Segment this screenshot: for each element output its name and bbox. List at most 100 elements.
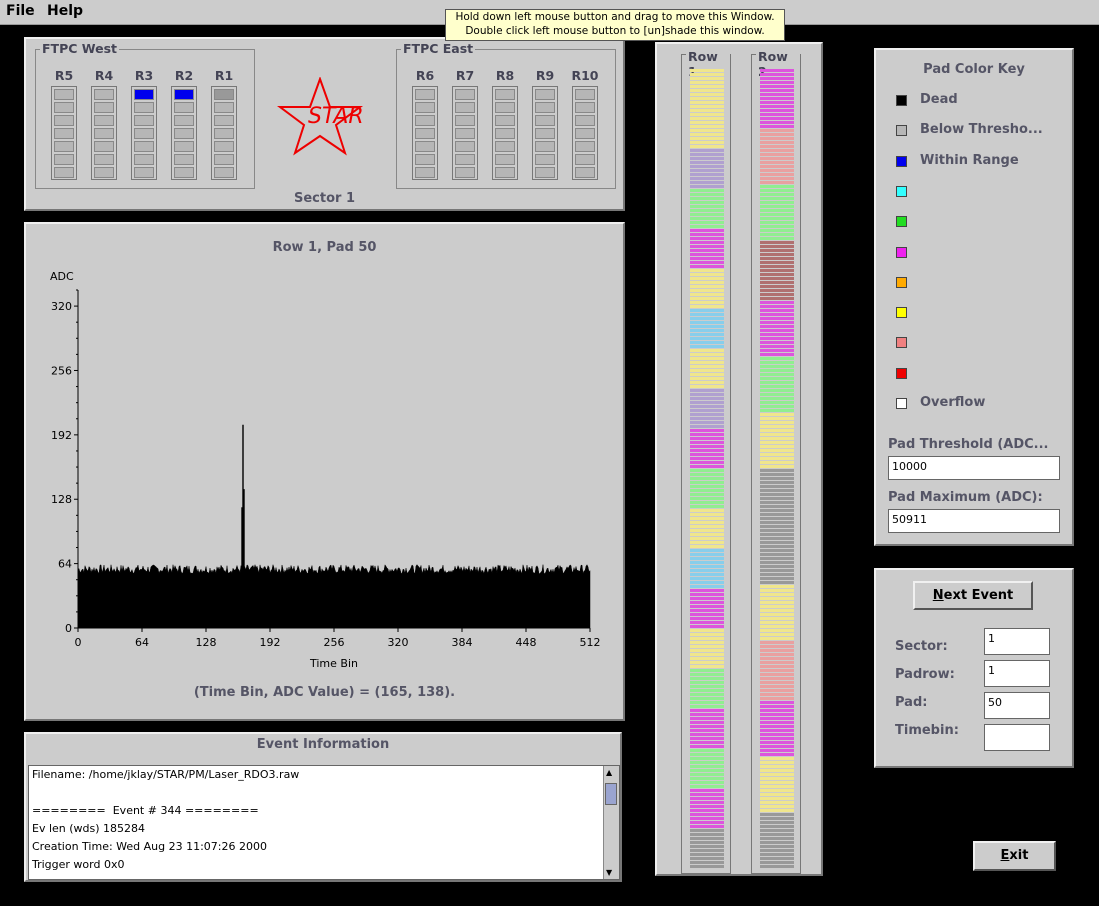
pad-row-segment[interactable] — [760, 461, 794, 464]
pad-row-segment[interactable] — [690, 129, 724, 132]
pad-row-segment[interactable] — [760, 817, 794, 820]
adc-chart[interactable]: 0 64 128 192 256 320 0 64 128 192 256 320 384 448 512 — [26, 224, 623, 719]
pad-row-segment[interactable] — [760, 285, 794, 288]
sector-cell[interactable] — [455, 154, 475, 165]
pad-row-segment[interactable] — [690, 73, 724, 76]
sector-cell[interactable] — [575, 141, 595, 152]
pad-row-segment[interactable] — [690, 133, 724, 136]
pad-row-segment[interactable] — [760, 481, 794, 484]
pad-row-segment[interactable] — [760, 669, 794, 672]
pad-row-segment[interactable] — [690, 549, 724, 552]
pad-row-segment[interactable] — [690, 97, 724, 100]
sector-cell[interactable] — [174, 154, 194, 165]
sector-cell[interactable] — [94, 154, 114, 165]
sector-cell[interactable] — [535, 154, 555, 165]
sector-cell[interactable] — [174, 115, 194, 126]
pad-row-segment[interactable] — [690, 749, 724, 752]
pad-row-segment[interactable] — [690, 477, 724, 480]
pad-row-segment[interactable] — [760, 605, 794, 608]
pad-row-segment[interactable] — [760, 621, 794, 624]
pad-row-segment[interactable] — [690, 509, 724, 512]
pad-row-segment[interactable] — [690, 289, 724, 292]
pad-row-segment[interactable] — [760, 497, 794, 500]
pad-row-segment[interactable] — [760, 593, 794, 596]
pad-row-segment[interactable] — [690, 189, 724, 192]
row-1-strip[interactable]: Row 1 — [681, 49, 731, 874]
sector-cell[interactable] — [54, 167, 74, 178]
pad-row-segment[interactable] — [690, 505, 724, 508]
pad-row-segment[interactable] — [690, 213, 724, 216]
pad-row-segment[interactable] — [760, 405, 794, 408]
pad-row-segment[interactable] — [690, 689, 724, 692]
pad-row-segment[interactable] — [690, 661, 724, 664]
pad-row-segment[interactable] — [760, 153, 794, 156]
pad-row-segment[interactable] — [690, 829, 724, 832]
pad-row-segment[interactable] — [760, 553, 794, 556]
pad-row-segment[interactable] — [760, 653, 794, 656]
pad-row-segment[interactable] — [760, 569, 794, 572]
pad-row-segment[interactable] — [690, 533, 724, 536]
pad-row-segment[interactable] — [760, 81, 794, 84]
pad-row-segment[interactable] — [760, 717, 794, 720]
pad-row-segment[interactable] — [760, 437, 794, 440]
pad-row-segment[interactable] — [690, 425, 724, 428]
pad-row-segment[interactable] — [690, 321, 724, 324]
sector-cell[interactable] — [214, 89, 234, 100]
sector-cell[interactable] — [575, 102, 595, 113]
pad-row-segment[interactable] — [760, 785, 794, 788]
pad-row-segment[interactable] — [690, 809, 724, 812]
pad-row-segment[interactable] — [690, 301, 724, 304]
pad-row-segment[interactable] — [760, 801, 794, 804]
pad-row-segment[interactable] — [760, 241, 794, 244]
pad-row-segment[interactable] — [690, 645, 724, 648]
pad-row-segment[interactable] — [690, 409, 724, 412]
pad-row-segment[interactable] — [690, 853, 724, 856]
pad-row-segment[interactable] — [690, 605, 724, 608]
pad-row-segment[interactable] — [690, 85, 724, 88]
pad-row-segment[interactable] — [690, 653, 724, 656]
pad-row-segment[interactable] — [760, 749, 794, 752]
sector-cell[interactable] — [174, 167, 194, 178]
pad-row-segment[interactable] — [760, 449, 794, 452]
pad-row-segment[interactable] — [690, 309, 724, 312]
pad-row-segment[interactable] — [690, 801, 724, 804]
pad-row-segment[interactable] — [690, 565, 724, 568]
pad-row-segment[interactable] — [760, 269, 794, 272]
pad-row-segment[interactable] — [760, 77, 794, 80]
pad-row-segment[interactable] — [760, 205, 794, 208]
sector-cell[interactable] — [54, 128, 74, 139]
pad-row-segment[interactable] — [690, 805, 724, 808]
pad-row-segment[interactable] — [690, 665, 724, 668]
row-1-pads[interactable] — [690, 69, 724, 869]
pad-row-segment[interactable] — [690, 441, 724, 444]
pad-row-segment[interactable] — [690, 729, 724, 732]
pad-row-segment[interactable] — [760, 753, 794, 756]
pad-row-segment[interactable] — [690, 277, 724, 280]
pad-row-segment[interactable] — [690, 437, 724, 440]
pad-row-segment[interactable] — [760, 257, 794, 260]
pad-row-segment[interactable] — [690, 773, 724, 776]
pad-row-segment[interactable] — [690, 465, 724, 468]
pad-row-segment[interactable] — [690, 373, 724, 376]
pad-row-segment[interactable] — [690, 297, 724, 300]
sector-cell[interactable] — [134, 115, 154, 126]
pad-row-segment[interactable] — [690, 313, 724, 316]
pad-row-segment[interactable] — [760, 865, 794, 868]
pad-row-segment[interactable] — [690, 185, 724, 188]
pad-row-segment[interactable] — [690, 633, 724, 636]
pad-row-segment[interactable] — [760, 201, 794, 204]
pad-row-segment[interactable] — [760, 229, 794, 232]
pad-row-segment[interactable] — [690, 577, 724, 580]
pad-row-segment[interactable] — [760, 133, 794, 136]
pad-row-segment[interactable] — [760, 221, 794, 224]
pad-row-segment[interactable] — [690, 325, 724, 328]
pad-row-segment[interactable] — [760, 417, 794, 420]
pad-row-segment[interactable] — [760, 845, 794, 848]
pad-row-segment[interactable] — [760, 741, 794, 744]
pad-row-segment[interactable] — [690, 737, 724, 740]
pad-row-segment[interactable] — [760, 465, 794, 468]
sector-cell[interactable] — [214, 115, 234, 126]
menu-file[interactable]: File — [6, 3, 35, 19]
pad-row-segment[interactable] — [690, 457, 724, 460]
pad-row-segment[interactable] — [690, 417, 724, 420]
